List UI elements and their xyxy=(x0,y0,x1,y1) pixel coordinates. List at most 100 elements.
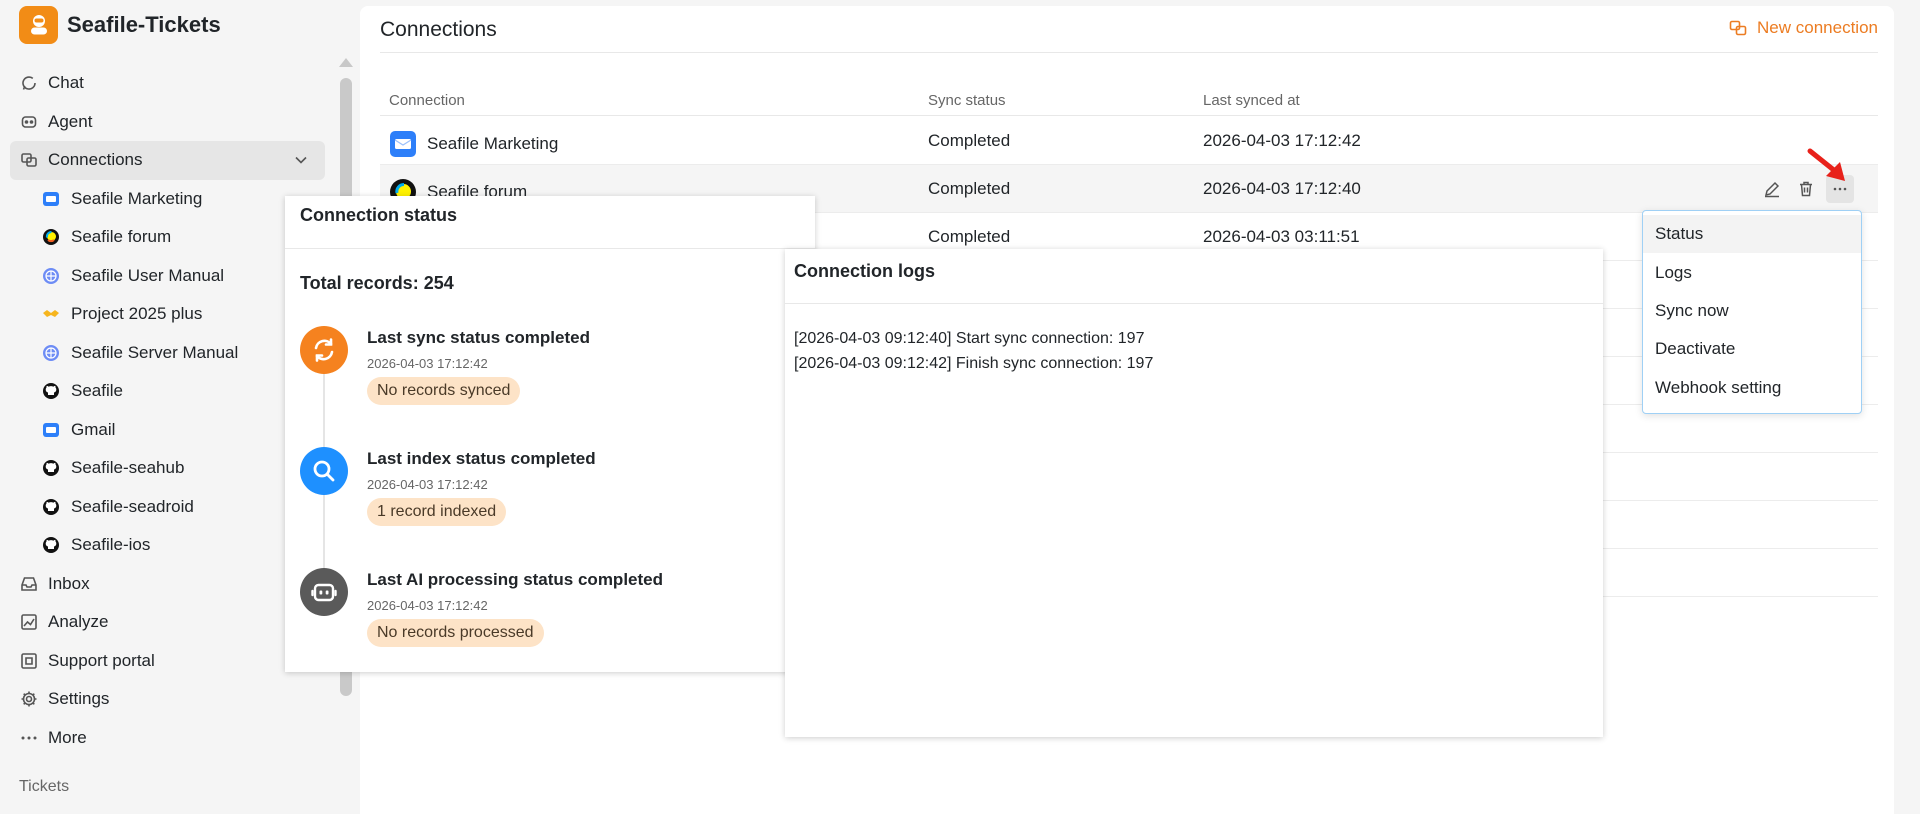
last-synced: 2026-04-03 17:12:42 xyxy=(1203,131,1361,150)
column-header-sync-status: Sync status xyxy=(928,92,1006,109)
scroll-up-arrow-icon[interactable] xyxy=(339,58,353,67)
step-time: 2026-04-03 17:12:42 xyxy=(367,356,488,371)
sidebar-item-analyze[interactable]: Analyze xyxy=(10,603,325,642)
dialog-title: Connection logs xyxy=(794,261,935,281)
connection-status-dialog: Connection status Total records: 254 Las… xyxy=(285,196,815,672)
inbox-icon xyxy=(20,575,38,593)
sidebar-item-seafile[interactable]: Seafile xyxy=(10,372,325,411)
sidebar-item-seafile-seahub[interactable]: Seafile-seahub xyxy=(10,449,325,488)
chevron-down-icon[interactable] xyxy=(294,152,308,172)
log-line: [2026-04-03 09:12:40] Start sync connect… xyxy=(794,330,1145,347)
step-title: Last AI processing status completed xyxy=(367,570,663,589)
mail-icon xyxy=(42,190,60,208)
sidebar-item-label: Analyze xyxy=(48,612,109,632)
connection-cell: Seafile Marketing xyxy=(389,130,558,158)
github-icon xyxy=(42,459,60,477)
sidebar-item-label: Support portal xyxy=(48,650,155,670)
connection-logs-dialog: Connection logs [2026-04-03 09:12:40] St… xyxy=(785,249,1603,737)
robot-icon xyxy=(300,568,348,616)
sidebar-item-label: Project 2025 plus xyxy=(71,304,203,324)
divider xyxy=(285,248,815,249)
sidebar-item-agent[interactable]: Agent xyxy=(10,103,325,142)
sidebar-item-label: Seafile Server Manual xyxy=(71,342,239,362)
menu-item-sync-now[interactable]: Sync now xyxy=(1643,292,1861,330)
step-time: 2026-04-03 17:12:42 xyxy=(367,477,488,492)
sidebar-item-settings[interactable]: Settings xyxy=(10,680,325,719)
column-header-connection: Connection xyxy=(389,92,465,109)
sidebar-nav: Chat Agent Connections Seafile Marketing… xyxy=(10,64,325,757)
sidebar-item-label: Gmail xyxy=(71,419,116,439)
sidebar-item-seafile-user-manual[interactable]: Seafile User Manual xyxy=(10,257,325,296)
github-icon xyxy=(42,498,60,516)
mail-icon xyxy=(389,130,417,158)
menu-item-status[interactable]: Status xyxy=(1643,215,1861,254)
divider xyxy=(380,52,1878,53)
sidebar-item-seafile-seadroid[interactable]: Seafile-seadroid xyxy=(10,488,325,527)
step-badge: No records processed xyxy=(367,619,544,647)
sidebar-item-support-portal[interactable]: Support portal xyxy=(10,642,325,681)
sidebar-item-gmail[interactable]: Gmail xyxy=(10,411,325,450)
new-connection-label: New connection xyxy=(1757,18,1878,37)
new-connection-button[interactable]: New connection xyxy=(1729,18,1878,38)
sync-status: Completed xyxy=(928,179,1011,198)
last-synced: 2026-04-03 17:12:40 xyxy=(1203,179,1361,198)
page-title: Connections xyxy=(380,18,497,41)
sidebar-item-connections[interactable]: Connections xyxy=(10,141,325,180)
sidebar-section-tickets: Tickets xyxy=(19,778,70,795)
app-logo-icon xyxy=(19,6,58,44)
step-badge: 1 record indexed xyxy=(367,498,507,526)
sidebar-item-label: Chat xyxy=(48,73,84,93)
step-time: 2026-04-03 17:12:42 xyxy=(367,598,488,613)
sidebar-item-label: Seafile-seahub xyxy=(71,458,185,478)
sidebar-item-label: Seafile-ios xyxy=(71,535,151,555)
column-header-last-synced: Last synced at xyxy=(1203,92,1300,109)
total-records: Total records: 254 xyxy=(300,273,454,293)
search-icon xyxy=(300,447,348,495)
chat-icon xyxy=(20,74,38,92)
log-line: [2026-04-03 09:12:42] Finish sync connec… xyxy=(794,355,1154,372)
edit-icon[interactable] xyxy=(1758,175,1786,203)
sidebar-item-label: More xyxy=(48,727,87,747)
sidebar-item-seafile-marketing[interactable]: Seafile Marketing xyxy=(10,180,325,219)
status-step-sync: Last sync status completed 2026-04-03 17… xyxy=(300,326,800,426)
sidebar-item-inbox[interactable]: Inbox xyxy=(10,565,325,604)
sidebar-item-label: Seafile forum xyxy=(71,227,172,247)
step-title: Last index status completed xyxy=(367,449,596,468)
mail-icon xyxy=(42,421,60,439)
step-badge: No records synced xyxy=(367,377,521,405)
connections-icon xyxy=(20,151,38,169)
sidebar-item-chat[interactable]: Chat xyxy=(10,64,325,103)
menu-item-webhook-setting[interactable]: Webhook setting xyxy=(1643,369,1861,407)
status-step-ai-processing: Last AI processing status completed 2026… xyxy=(300,568,800,668)
sidebar-item-project-2025-plus[interactable]: Project 2025 plus xyxy=(10,295,325,334)
discourse-icon xyxy=(42,228,60,246)
menu-item-logs[interactable]: Logs xyxy=(1643,253,1861,291)
sync-icon xyxy=(300,326,348,374)
ellipsis-icon xyxy=(20,729,38,747)
robot-icon xyxy=(20,113,38,131)
sidebar-item-label: Connections xyxy=(48,150,143,170)
dialog-title: Connection status xyxy=(300,205,458,225)
menu-item-deactivate[interactable]: Deactivate xyxy=(1643,330,1861,368)
brand[interactable]: Seafile-Tickets xyxy=(19,6,221,44)
app-name: Seafile-Tickets xyxy=(67,12,221,37)
globe-icon xyxy=(42,267,60,285)
sidebar-item-seafile-ios[interactable]: Seafile-ios xyxy=(10,526,325,565)
globe-icon xyxy=(42,344,60,362)
sidebar-item-label: Inbox xyxy=(48,573,90,593)
status-step-index: Last index status completed 2026-04-03 1… xyxy=(300,447,800,547)
table-row[interactable]: Seafile Marketing Completed 2026-04-03 1… xyxy=(380,117,1878,165)
connection-name: Seafile Marketing xyxy=(427,134,559,153)
sidebar-item-label: Seafile xyxy=(71,381,123,401)
sidebar-item-more[interactable]: More xyxy=(10,719,325,758)
handshake-icon xyxy=(42,305,60,323)
sidebar-item-label: Settings xyxy=(48,689,110,709)
sidebar-item-label: Seafile Marketing xyxy=(71,188,203,208)
sidebar-item-seafile-server-manual[interactable]: Seafile Server Manual xyxy=(10,334,325,373)
divider xyxy=(785,303,1603,304)
annotation-arrow-icon xyxy=(1807,148,1851,191)
sidebar-item-label: Agent xyxy=(48,111,93,131)
sidebar-item-seafile-forum[interactable]: Seafile forum xyxy=(10,218,325,257)
sidebar-item-label: Seafile-seadroid xyxy=(71,496,194,516)
step-title: Last sync status completed xyxy=(367,328,590,347)
